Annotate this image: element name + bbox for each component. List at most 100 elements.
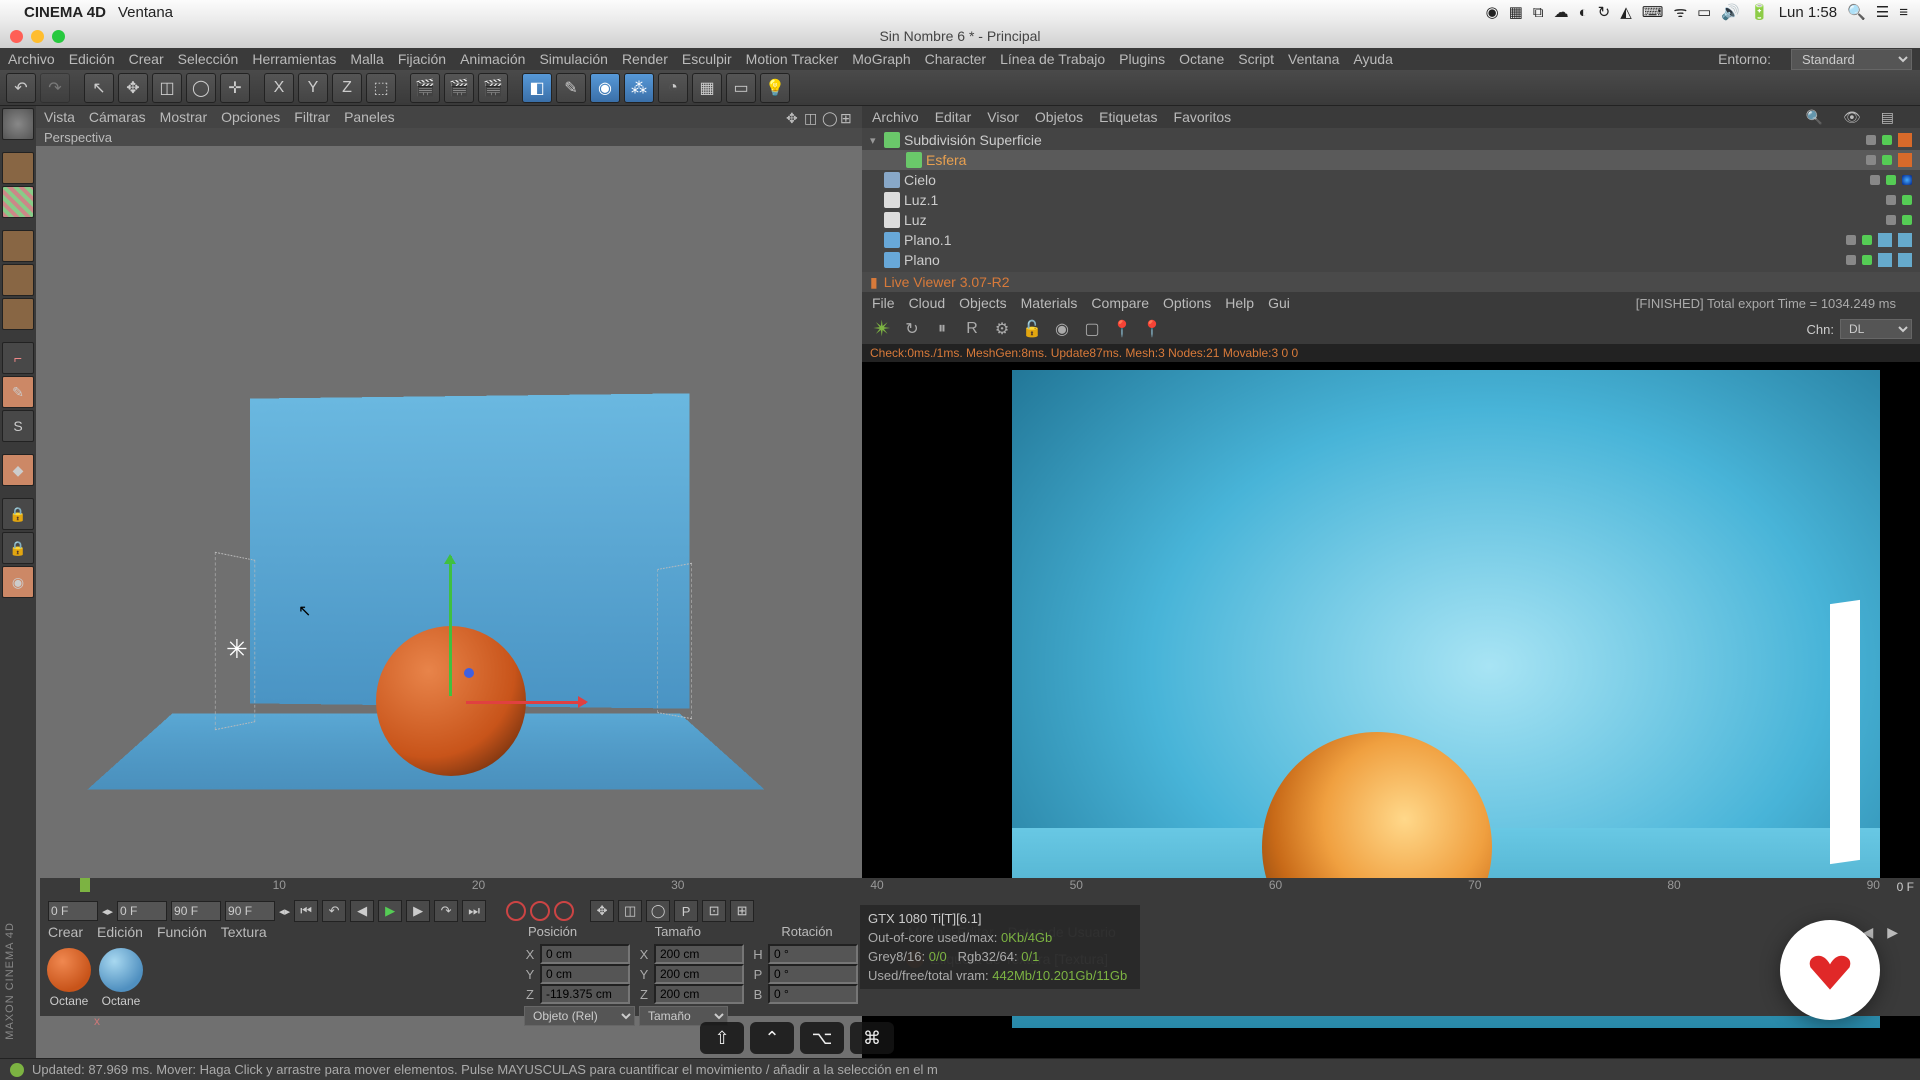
menu-crear[interactable]: Crear [129,51,164,67]
view-nav-icon[interactable]: ✥ [786,110,800,124]
snap-toggle[interactable]: S [2,410,34,442]
notification-icon[interactable]: ≡ [1899,4,1908,21]
camera-button[interactable]: ▭ [726,73,756,103]
frame-in-field[interactable] [117,901,167,921]
pos-field[interactable] [540,984,630,1004]
tweak-mode[interactable]: ✎ [2,376,34,408]
object-row[interactable]: Plano.1 [862,230,1920,250]
menu-lineatrabajo[interactable]: Línea de Trabajo [1000,51,1105,67]
objmenu-favoritos[interactable]: Favoritos [1174,109,1232,125]
folder-icon[interactable]: ▦ [1509,3,1523,21]
menu-script[interactable]: Script [1238,51,1274,67]
matmenu-edicion[interactable]: Edición [97,924,143,944]
object-row[interactable]: Luz [862,210,1920,230]
pos-field[interactable] [540,944,630,964]
model-mode[interactable] [2,108,34,140]
deformer-button[interactable]: ◔ [658,73,688,103]
objmenu-etiquetas[interactable]: Etiquetas [1099,109,1157,125]
key-pos-toggle[interactable]: ✥ [590,900,614,922]
menu-seleccion[interactable]: Selección [178,51,239,67]
object-row[interactable]: ▾Subdivisión Superficie [862,130,1920,150]
objmenu-visor[interactable]: Visor [987,109,1019,125]
key-rot-toggle[interactable]: ◯ [646,900,670,922]
move-tool[interactable]: ✥ [118,73,148,103]
channel-dropdown[interactable]: DL [1840,319,1912,339]
gizmo-x-axis[interactable] [466,701,586,704]
spotlight-icon[interactable]: 🔍 [1847,3,1866,21]
focus-pick-button[interactable]: 📍 [1110,317,1134,341]
frame-start-field[interactable] [48,901,98,921]
gizmo-y-axis[interactable] [449,556,452,696]
attr-nav-fwd[interactable]: ▶ [1887,924,1898,944]
view-nav-icon[interactable]: ◫ [804,110,818,124]
environment-button[interactable]: ▦ [692,73,722,103]
material-pick-button[interactable]: 📍 [1140,317,1164,341]
menu-edicion[interactable]: Edición [69,51,115,67]
object-mode[interactable] [2,152,34,184]
objmenu-archivo[interactable]: Archivo [872,109,919,125]
size-field[interactable] [654,984,744,1004]
menu-motiontracker[interactable]: Motion Tracker [746,51,839,67]
camera-button[interactable]: ◉ [1050,317,1074,341]
objmenu-objetos[interactable]: Objetos [1035,109,1083,125]
octane-logo-icon[interactable]: ✴ [870,317,894,341]
pen-tool[interactable]: ✎ [556,73,586,103]
menu-ayuda[interactable]: Ayuda [1353,51,1392,67]
matmenu-crear[interactable]: Crear [48,924,83,944]
obj-filter-icon[interactable]: ▤ [1881,109,1894,126]
next-frame-button[interactable]: ▶ [406,900,430,922]
lock-y[interactable]: 🔒 [2,532,34,564]
object-row[interactable]: Plano [862,250,1920,270]
control-center-icon[interactable]: ☰ [1876,3,1889,21]
menu-character[interactable]: Character [925,51,986,67]
settings-button[interactable]: ⚙ [990,317,1014,341]
object-row[interactable]: Esfera [862,150,1920,170]
matmenu-funcion[interactable]: Función [157,924,207,944]
region-button[interactable]: R [960,317,984,341]
minimize-button[interactable] [31,30,44,43]
viewmenu-camaras[interactable]: Cámaras [89,109,146,125]
autokey-button[interactable] [530,901,550,921]
lvmenu-file[interactable]: File [872,295,895,311]
pause-button[interactable]: ⏸ [930,317,954,341]
mac-menu-item[interactable]: Ventana [118,4,173,21]
viewmenu-opciones[interactable]: Opciones [221,109,280,125]
nvidia-icon[interactable]: ◭ [1620,3,1632,21]
layout-dropdown[interactable]: Standard [1791,49,1912,70]
dropbox-icon[interactable]: ⧉ [1533,4,1544,21]
zoom-button[interactable] [52,30,65,43]
material-swatch[interactable]: Octane [96,948,146,1008]
object-row[interactable]: Luz.1 [862,190,1920,210]
menu-herramientas[interactable]: Herramientas [252,51,336,67]
objmenu-editar[interactable]: Editar [935,109,972,125]
next-key-button[interactable]: ↷ [434,900,458,922]
display-icon[interactable]: ▭ [1697,3,1711,21]
lock-button[interactable]: 🔓 [1020,317,1044,341]
workplane-mode[interactable]: ◆ [2,454,34,486]
key-param-toggle[interactable]: P [674,900,698,922]
menu-render[interactable]: Render [622,51,668,67]
volume-icon[interactable]: 🔊 [1721,3,1740,21]
subdiv-generator[interactable]: ◉ [590,73,620,103]
menu-ventana[interactable]: Ventana [1288,51,1339,67]
refresh-button[interactable]: ↻ [900,317,924,341]
select-tool[interactable]: ↖ [84,73,114,103]
recent-tool[interactable]: ✛ [220,73,250,103]
view-nav-icon[interactable]: ⊞ [840,110,854,124]
rotate-tool[interactable]: ◯ [186,73,216,103]
frame-out-field[interactable] [171,901,221,921]
menu-malla[interactable]: Malla [350,51,383,67]
coord-mode-dropdown[interactable]: Objeto (Rel) [524,1006,635,1026]
menu-simulacion[interactable]: Simulación [539,51,607,67]
menu-archivo[interactable]: Archivo [8,51,55,67]
lvmenu-gui[interactable]: Gui [1268,295,1290,311]
rot-field[interactable] [768,984,858,1004]
rot-field[interactable] [768,944,858,964]
cloud-icon[interactable]: ☁ [1554,3,1569,21]
matmenu-textura[interactable]: Textura [221,924,267,944]
stop-icon[interactable]: ◉ [1486,3,1499,21]
viewport-solo[interactable]: ◉ [2,566,34,598]
goto-start-button[interactable]: ⏮ [294,900,318,922]
render-settings-button[interactable]: 🎬 [478,73,508,103]
obj-search-icon[interactable]: 🔍 [1806,109,1823,126]
